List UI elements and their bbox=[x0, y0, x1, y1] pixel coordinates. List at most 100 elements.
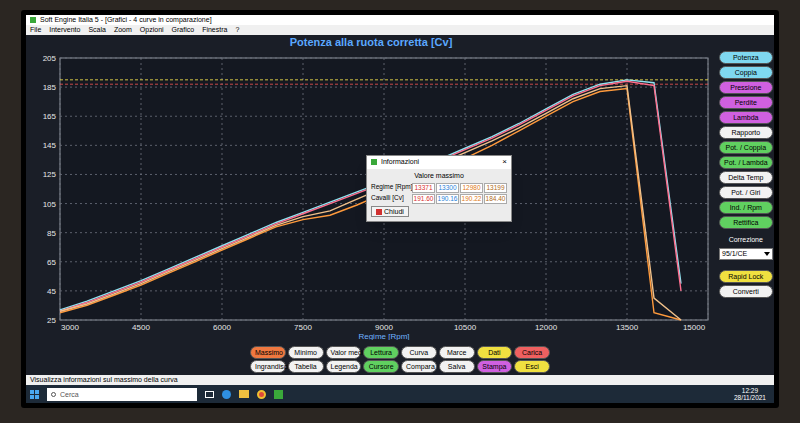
x-tick: 15000 bbox=[683, 58, 708, 332]
svg-text:9000: 9000 bbox=[375, 323, 393, 332]
status-bar: Visualizza informazioni sul massimo dell… bbox=[26, 375, 774, 385]
toolbar-button[interactable]: Massimo bbox=[250, 346, 286, 359]
toolbar-button[interactable]: Dati bbox=[477, 346, 513, 359]
app-icon[interactable] bbox=[274, 390, 283, 399]
plot-area bbox=[60, 58, 708, 320]
menu-item[interactable]: Finestra bbox=[202, 25, 227, 35]
x-tick: 12000 bbox=[535, 58, 558, 332]
x-tick: 6000 bbox=[213, 58, 231, 332]
x-tick: 7500 bbox=[294, 58, 312, 332]
side-panel: Potenza Coppia Pressione Perdite Lambda Rappo… bbox=[716, 35, 776, 344]
rpm-cell: 13371 bbox=[412, 183, 435, 193]
row-label: Regime [Rpm] bbox=[371, 183, 411, 193]
app-icon bbox=[371, 159, 377, 165]
y-tick: 45 bbox=[47, 287, 708, 296]
windows-start-icon[interactable] bbox=[30, 390, 39, 399]
svg-text:10500: 10500 bbox=[454, 323, 477, 332]
menu-item[interactable]: File bbox=[30, 25, 41, 35]
chiudi-button[interactable]: Chiudi bbox=[371, 206, 409, 217]
search-box[interactable]: Cerca bbox=[47, 388, 197, 401]
curve-toggle-button[interactable]: Ind. / Rpm bbox=[719, 201, 773, 214]
option-button[interactable]: Converti bbox=[719, 285, 773, 298]
toolbar-button[interactable]: Curva bbox=[401, 346, 437, 359]
curve-toggle-button[interactable]: Rettifica bbox=[719, 216, 773, 229]
rpm-cell: 13199 bbox=[484, 183, 507, 193]
window-title: Soft Engine Italia 5 - [Grafici - 4 curv… bbox=[40, 15, 212, 25]
rpm-cell: 13300 bbox=[436, 183, 459, 193]
dialog-heading: Valore massimo bbox=[371, 171, 507, 182]
menu-item[interactable]: Intervento bbox=[49, 25, 80, 35]
toolbar-button[interactable]: Tabella bbox=[288, 360, 324, 373]
toolbar-button[interactable]: Salva bbox=[439, 360, 475, 373]
curve-toggle-button[interactable]: Pressione bbox=[719, 81, 773, 94]
curve-toggle-button[interactable]: Perdite bbox=[719, 96, 773, 109]
menu-item[interactable]: ? bbox=[235, 25, 239, 35]
task-view-icon[interactable] bbox=[205, 391, 214, 398]
toolbar-button[interactable]: Minimo bbox=[288, 346, 324, 359]
svg-text:65: 65 bbox=[47, 258, 56, 267]
svg-text:105: 105 bbox=[43, 200, 57, 209]
toolbar-button[interactable]: Carica bbox=[514, 346, 550, 359]
power-curve bbox=[60, 86, 681, 320]
toolbar-button[interactable]: Legenda bbox=[326, 360, 362, 373]
y-tick: 205 bbox=[43, 54, 708, 63]
svg-text:4500: 4500 bbox=[132, 323, 150, 332]
menu-item[interactable]: Grafico bbox=[172, 25, 195, 35]
svg-text:145: 145 bbox=[43, 141, 57, 150]
x-tick: 3000 bbox=[60, 58, 79, 332]
photo-frame: Soft Engine Italia 5 - [Grafici - 4 curv… bbox=[0, 0, 800, 423]
curve-toggle-button[interactable]: Coppia bbox=[719, 66, 773, 79]
curve-toggle-button[interactable]: Lambda bbox=[719, 111, 773, 124]
dialog-close-button[interactable]: × bbox=[502, 158, 507, 166]
toolbar-button[interactable]: Stampa bbox=[477, 360, 513, 373]
x-tick: 13500 bbox=[616, 58, 639, 332]
app-icon bbox=[30, 17, 36, 23]
toolbar-button[interactable]: Valor medio bbox=[326, 346, 362, 359]
cv-cell: 184.40 bbox=[484, 194, 507, 204]
taskbar: Cerca12:2928/11/2021 bbox=[26, 385, 774, 403]
toolbar-button[interactable]: Ingrandisci bbox=[250, 360, 286, 373]
cv-cell: 190.16 bbox=[436, 194, 459, 204]
explorer-icon[interactable] bbox=[239, 390, 249, 398]
svg-text:13500: 13500 bbox=[616, 323, 639, 332]
toolbar-button[interactable]: Lettura bbox=[363, 346, 399, 359]
toolbar-button[interactable]: Marce bbox=[439, 346, 475, 359]
edge-icon[interactable] bbox=[222, 390, 231, 399]
svg-text:125: 125 bbox=[43, 170, 57, 179]
toolbar-button[interactable]: Compara bbox=[401, 360, 437, 373]
dialog-title: Informazioni bbox=[381, 157, 419, 168]
svg-text:3000: 3000 bbox=[61, 323, 79, 332]
y-tick: 65 bbox=[47, 258, 708, 267]
curve-toggle-button[interactable]: Potenza bbox=[719, 51, 773, 64]
date: 28/11/2021 bbox=[734, 394, 766, 401]
svg-text:205: 205 bbox=[43, 54, 57, 63]
info-dialog: Informazioni×Valore massimoRegime [Rpm]1… bbox=[366, 155, 512, 222]
menu-item[interactable]: Zoom bbox=[114, 25, 132, 35]
curve-toggle-button[interactable]: Pot. / Lambda bbox=[719, 156, 773, 169]
curve-toggle-button[interactable]: Rapporto bbox=[719, 126, 773, 139]
curve-toggle-button[interactable]: Delta Temp bbox=[719, 171, 773, 184]
curve-toggle-button[interactable]: Pot. / Giri bbox=[719, 186, 773, 199]
correction-select[interactable]: 95/1/CE bbox=[719, 248, 773, 260]
curve-toggle-button[interactable]: Pot. / Coppia bbox=[719, 141, 773, 154]
toolbar-button[interactable]: Esci bbox=[514, 360, 550, 373]
option-button[interactable]: Rapid Lock bbox=[719, 270, 773, 283]
dialog-title-bar: Informazioni × bbox=[367, 156, 511, 169]
menu-item[interactable]: Opzioni bbox=[140, 25, 164, 35]
screen: Soft Engine Italia 5 - [Grafici - 4 curv… bbox=[26, 15, 774, 403]
svg-text:12000: 12000 bbox=[535, 323, 558, 332]
chrome-icon[interactable] bbox=[257, 390, 266, 399]
rpm-cell: 12980 bbox=[460, 183, 483, 193]
svg-text:45: 45 bbox=[47, 287, 56, 296]
menu-item[interactable]: Scala bbox=[88, 25, 106, 35]
toolbar-button[interactable]: Cursore bbox=[363, 360, 399, 373]
svg-text:25: 25 bbox=[47, 316, 56, 325]
y-tick: 165 bbox=[43, 112, 708, 121]
x-axis-label: Regime [Rpm] bbox=[358, 332, 409, 340]
row-label: Cavalli [Cv] bbox=[371, 194, 411, 204]
correction-label: Correzione bbox=[719, 235, 773, 246]
svg-text:7500: 7500 bbox=[294, 323, 312, 332]
y-tick: 85 bbox=[47, 229, 708, 238]
power-curve bbox=[60, 80, 681, 310]
dropdown-arrow-icon bbox=[764, 252, 770, 256]
